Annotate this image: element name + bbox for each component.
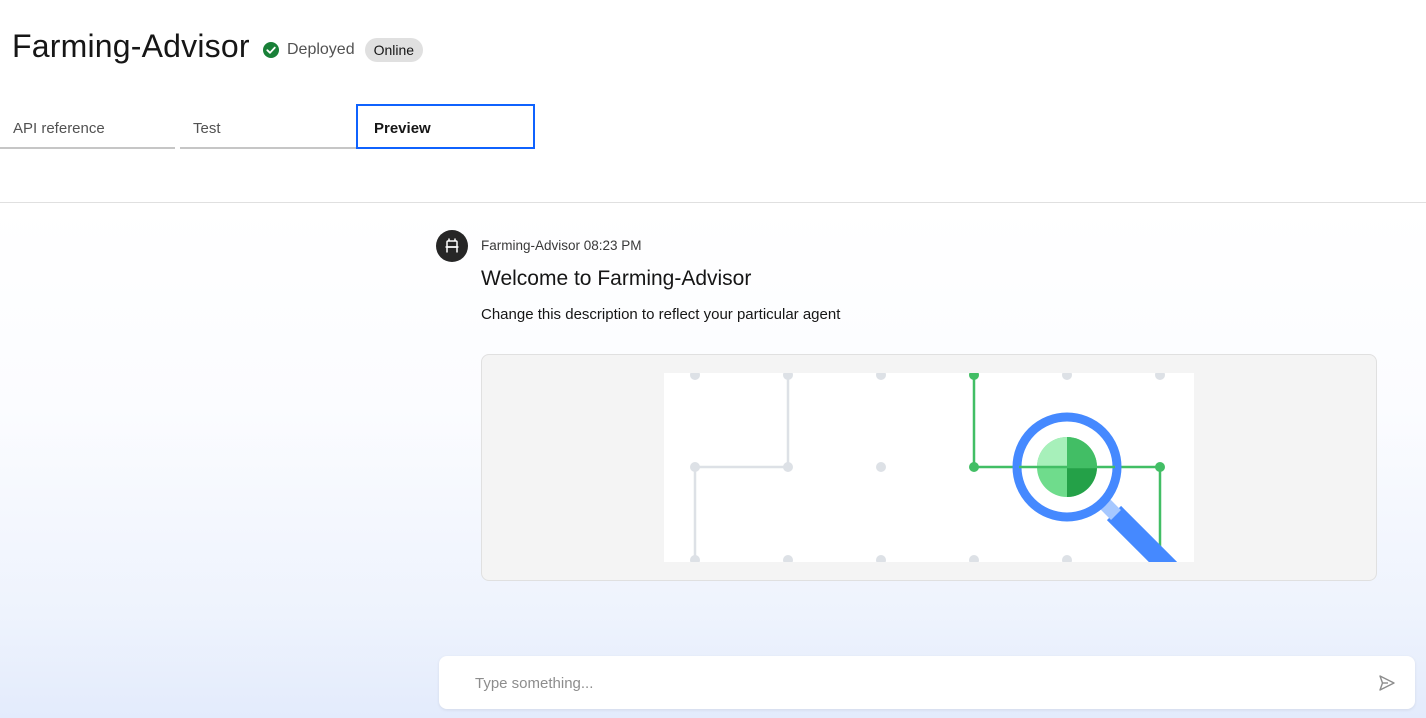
checkmark-filled-icon	[263, 42, 279, 58]
tab-bar: API reference Test Preview	[0, 104, 535, 149]
status-label: Deployed	[287, 41, 355, 58]
send-icon[interactable]	[1377, 673, 1397, 693]
network-search-illustration	[664, 373, 1194, 562]
chat-area: Farming-Advisor 08:23 PM Welcome to Farm…	[0, 204, 1426, 718]
message-meta: Farming-Advisor 08:23 PM	[481, 238, 642, 253]
message-title: Welcome to Farming-Advisor	[481, 267, 752, 290]
chat-input-container	[439, 656, 1415, 709]
tab-test[interactable]: Test	[180, 104, 356, 149]
page-title: Farming-Advisor	[12, 28, 250, 64]
welcome-card	[481, 354, 1377, 581]
bot-icon	[445, 238, 459, 253]
tab-preview[interactable]: Preview	[356, 104, 535, 149]
page-header: Farming-Advisor Deployed Online API refe…	[0, 0, 1426, 203]
tab-api-reference[interactable]: API reference	[0, 104, 175, 149]
message-description: Change this description to reflect your …	[481, 306, 841, 323]
status-badge: Online	[364, 38, 424, 62]
deployment-status: Deployed Online	[263, 38, 424, 62]
avatar	[436, 230, 468, 262]
chat-input[interactable]	[475, 670, 1355, 696]
